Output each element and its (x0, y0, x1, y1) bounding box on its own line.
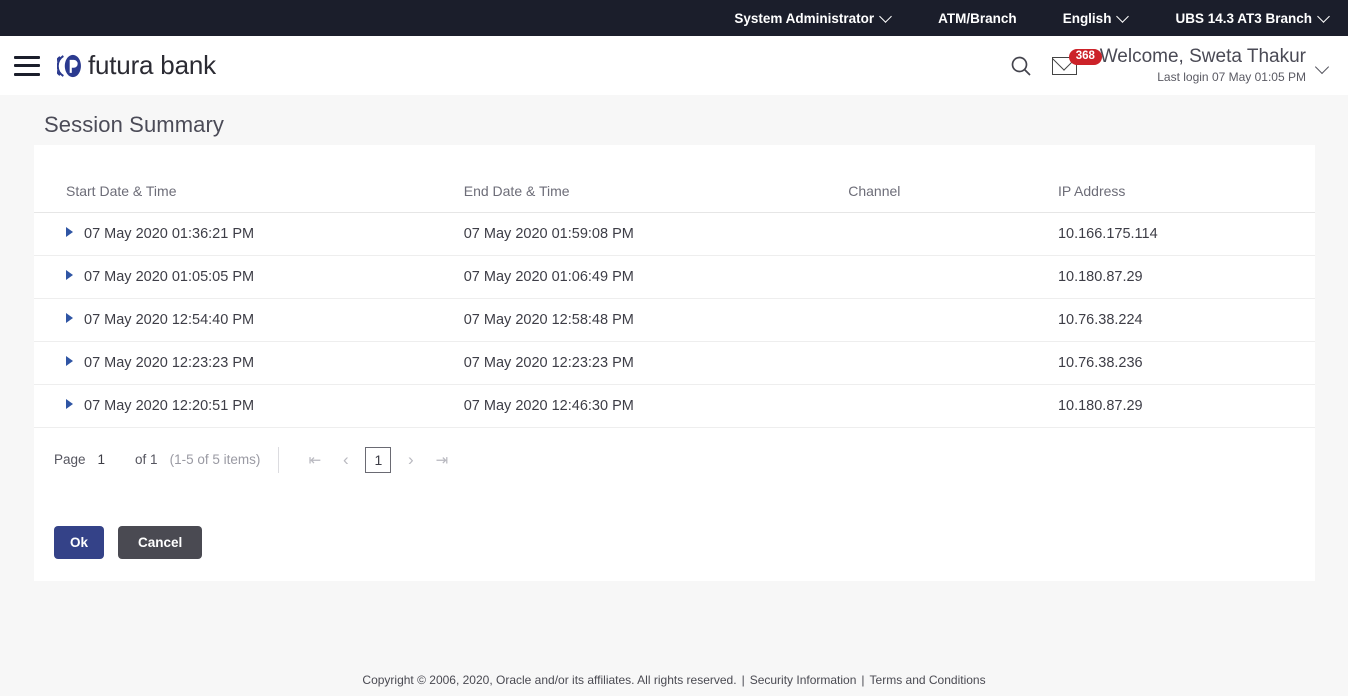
start-date-text: 07 May 2020 12:20:51 PM (84, 398, 255, 414)
user-profile-menu[interactable]: Welcome, Sweta Thakur Last login 07 May … (1100, 47, 1306, 84)
last-login-text: Last login 07 May 01:05 PM (1157, 69, 1306, 84)
cell-start-date: 07 May 2020 12:54:40 PM (34, 298, 464, 342)
expand-triangle-icon[interactable] (66, 356, 73, 366)
topbar-item-system-administrator[interactable]: System Administrator (734, 11, 892, 26)
column-header-end-date: End Date & Time (463, 145, 849, 213)
table-body: 07 May 2020 01:36:21 PM 07 May 2020 01:5… (34, 212, 1315, 428)
expand-triangle-icon[interactable] (66, 399, 73, 409)
cell-channel (848, 212, 1058, 256)
mail-badge-count: 368 (1068, 48, 1102, 65)
table-row[interactable]: 07 May 2020 01:36:21 PM 07 May 2020 01:5… (34, 212, 1315, 256)
footer-copyright: Copyright © 2006, 2020, Oracle and/or it… (362, 673, 737, 687)
futura-bank-logo-icon (57, 54, 81, 77)
cell-end-date: 07 May 2020 01:06:49 PM (463, 255, 849, 299)
first-page-icon[interactable]: ⇤ (299, 444, 330, 475)
pagination-bar: Page 1 of 1 (1-5 of 5 items) ⇤ ‹ 1 › ⇥ (34, 428, 1315, 475)
cell-ip-address: 10.180.87.29 (1057, 384, 1315, 428)
app-page: System Administrator ATM/Branch English … (0, 0, 1348, 696)
pagination-page-value[interactable]: 1 (98, 452, 106, 467)
start-date-text: 07 May 2020 01:05:05 PM (84, 269, 255, 285)
table-row[interactable]: 07 May 2020 12:20:51 PM 07 May 2020 12:4… (34, 384, 1315, 428)
cell-start-date: 07 May 2020 12:23:23 PM (34, 341, 464, 385)
cell-channel (848, 384, 1058, 428)
security-information-link[interactable]: Security Information (750, 673, 857, 687)
topbar-label: ATM/Branch (938, 10, 1017, 26)
cell-ip-address: 10.180.87.29 (1057, 255, 1315, 299)
app-header: futura bank 368 Welcome, Sweta Thakur La… (0, 36, 1348, 95)
cell-channel (848, 255, 1058, 299)
session-summary-table: Start Date & Time End Date & Time Channe… (34, 145, 1315, 428)
cell-ip-address: 10.76.38.236 (1057, 341, 1315, 385)
table-row[interactable]: 07 May 2020 01:05:05 PM 07 May 2020 01:0… (34, 255, 1315, 299)
topbar-item-atm-branch[interactable]: ATM/Branch (938, 11, 1017, 26)
header-actions: 368 Welcome, Sweta Thakur Last login 07 … (1004, 47, 1330, 84)
form-actions: Ok Cancel (34, 475, 1315, 559)
chevron-down-icon (1319, 11, 1330, 22)
start-date-text: 07 May 2020 12:54:40 PM (84, 312, 255, 328)
search-icon[interactable] (1004, 49, 1038, 83)
previous-page-icon[interactable]: ‹ (330, 444, 361, 475)
next-page-icon[interactable]: › (395, 444, 426, 475)
ok-button[interactable]: Ok (54, 526, 105, 559)
pagination-items-label: (1-5 of 5 items) (169, 452, 261, 467)
mail-notifications-button[interactable]: 368 (1051, 48, 1102, 81)
terms-and-conditions-link[interactable]: Terms and Conditions (870, 673, 986, 687)
pagination-current-page[interactable]: 1 (365, 446, 392, 473)
start-date-text: 07 May 2020 01:36:21 PM (84, 226, 255, 242)
chevron-down-icon[interactable] (1316, 61, 1330, 75)
pagination-of-label: of 1 (135, 452, 158, 467)
column-header-channel: Channel (848, 145, 1058, 213)
footer-divider: | (741, 673, 745, 687)
table-row[interactable]: 07 May 2020 12:54:40 PM 07 May 2020 12:5… (34, 298, 1315, 342)
cell-channel (848, 341, 1058, 385)
brand-name: futura bank (88, 50, 216, 80)
cell-end-date: 07 May 2020 12:23:23 PM (463, 341, 849, 385)
cell-ip-address: 10.76.38.224 (1057, 298, 1315, 342)
pagination-page-label: Page (54, 452, 86, 467)
topbar-item-branch[interactable]: UBS 14.3 AT3 Branch (1175, 11, 1330, 26)
chevron-down-icon (881, 11, 892, 22)
hamburger-menu-icon[interactable] (14, 55, 40, 76)
expand-triangle-icon[interactable] (66, 270, 73, 280)
cell-start-date: 07 May 2020 01:05:05 PM (34, 255, 464, 299)
cell-channel (848, 298, 1058, 342)
table-row[interactable]: 07 May 2020 12:23:23 PM 07 May 2020 12:2… (34, 341, 1315, 385)
brand-logo[interactable]: futura bank (57, 50, 216, 81)
cell-start-date: 07 May 2020 12:20:51 PM (34, 384, 464, 428)
topbar-label: English (1062, 10, 1112, 26)
topbar-item-language[interactable]: English (1063, 11, 1130, 26)
page-footer: Copyright © 2006, 2020, Oracle and/or it… (0, 664, 1348, 696)
topbar-label: System Administrator (734, 10, 875, 26)
start-date-text: 07 May 2020 12:23:23 PM (84, 355, 255, 371)
table-header-row: Start Date & Time End Date & Time Channe… (34, 145, 1315, 213)
cell-end-date: 07 May 2020 12:46:30 PM (463, 384, 849, 428)
last-page-icon[interactable]: ⇥ (426, 444, 457, 475)
cell-ip-address: 10.166.175.114 (1057, 212, 1315, 256)
pagination-divider (278, 446, 280, 473)
top-navigation-bar: System Administrator ATM/Branch English … (0, 0, 1348, 36)
session-summary-card: Start Date & Time End Date & Time Channe… (34, 145, 1315, 581)
main-content: Session Summary Start Date & Time End Da… (0, 95, 1348, 632)
page-title: Session Summary (44, 112, 225, 137)
cancel-button[interactable]: Cancel (118, 526, 203, 559)
expand-triangle-icon[interactable] (66, 313, 73, 323)
table-header: Start Date & Time End Date & Time Channe… (34, 145, 1315, 213)
cell-end-date: 07 May 2020 01:59:08 PM (463, 212, 849, 256)
column-header-start-date: Start Date & Time (34, 145, 464, 213)
topbar-label: UBS 14.3 AT3 Branch (1175, 10, 1312, 26)
welcome-text: Welcome, Sweta Thakur (1099, 46, 1306, 68)
expand-triangle-icon[interactable] (66, 227, 73, 237)
column-header-ip-address: IP Address (1057, 145, 1315, 213)
cell-start-date: 07 May 2020 01:36:21 PM (34, 212, 464, 256)
footer-divider: | (861, 673, 865, 687)
chevron-down-icon (1118, 11, 1129, 22)
cell-end-date: 07 May 2020 12:58:48 PM (463, 298, 849, 342)
